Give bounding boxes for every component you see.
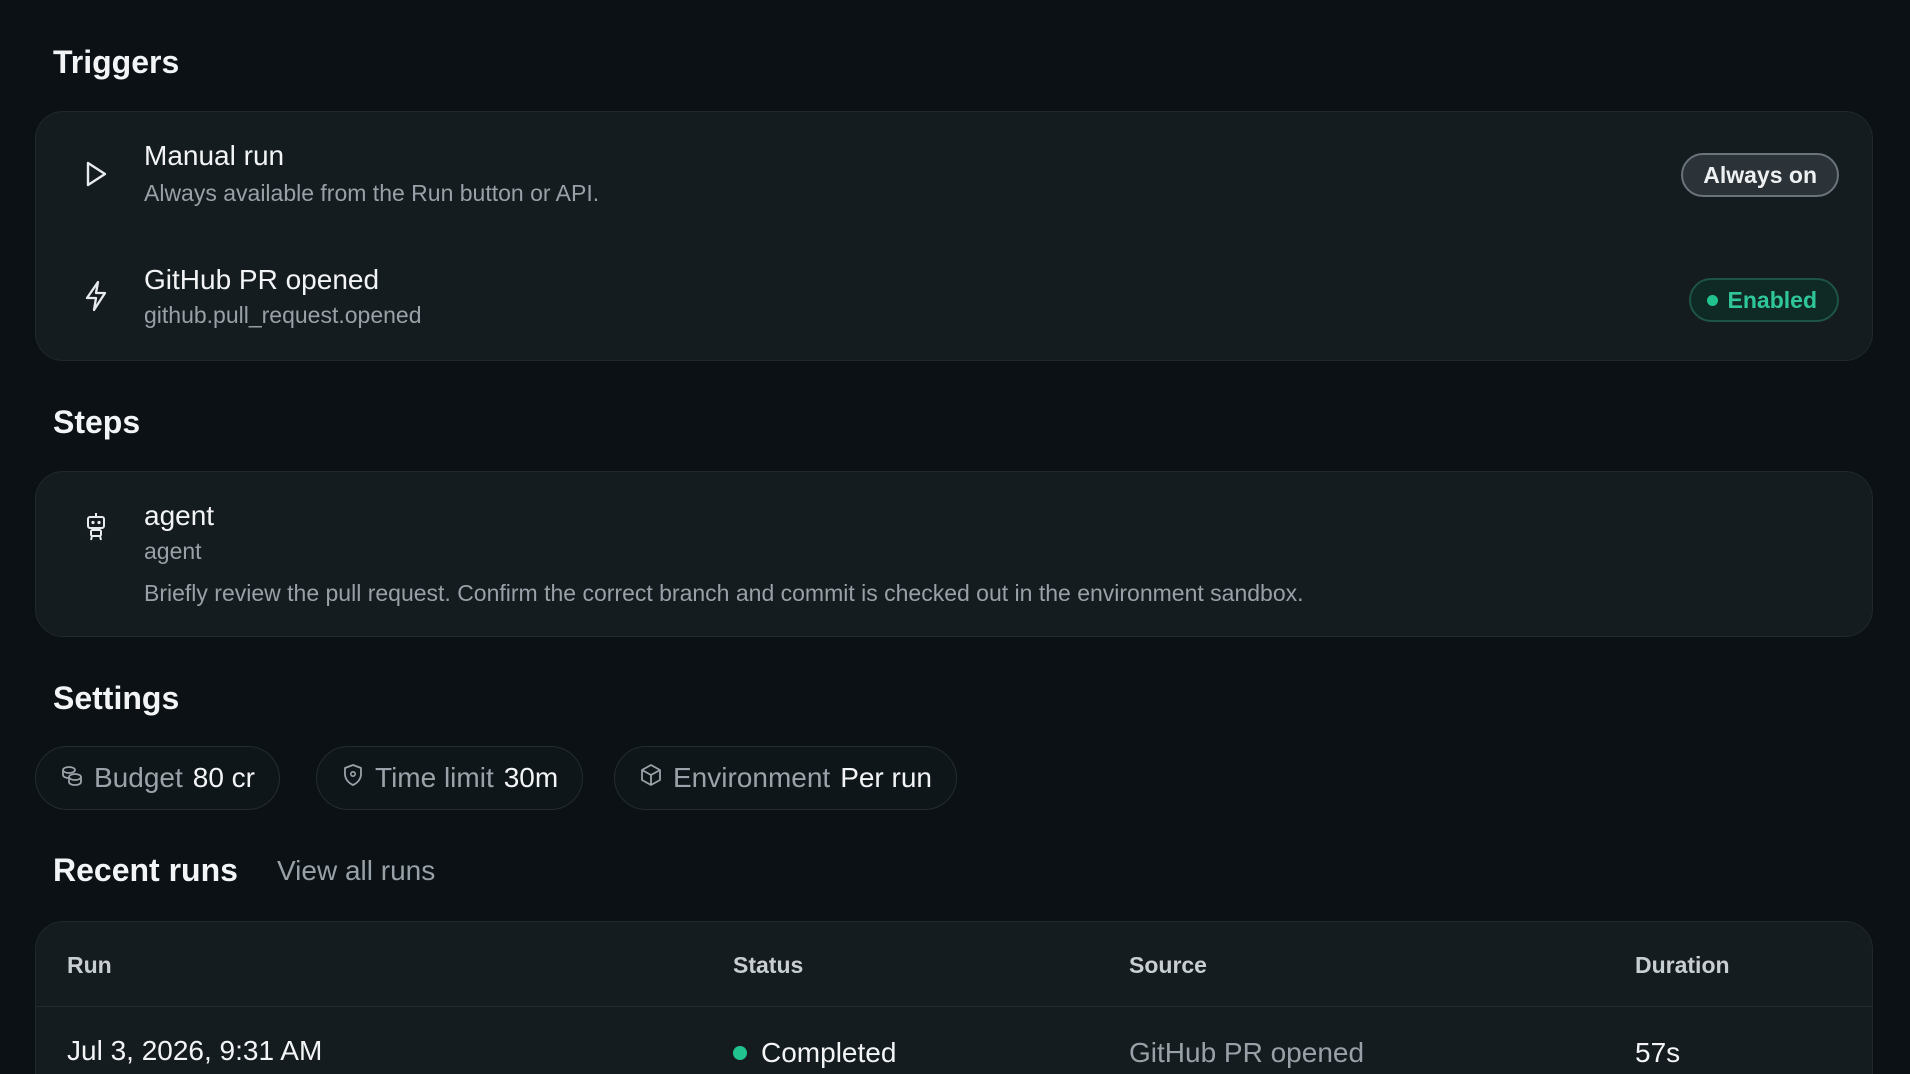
step-card-agent[interactable]: agent agent Briefly review the pull requ… bbox=[35, 471, 1873, 637]
recent-runs-heading: Recent runs bbox=[53, 852, 238, 888]
robot-icon bbox=[80, 510, 112, 542]
trigger-title: Manual run bbox=[144, 140, 285, 171]
coins-icon bbox=[60, 762, 84, 794]
status-dot bbox=[733, 1046, 747, 1060]
trigger-title: GitHub PR opened bbox=[144, 264, 380, 295]
column-header-status[interactable]: Status bbox=[733, 952, 803, 979]
column-header-run[interactable]: Run bbox=[67, 952, 112, 979]
run-status-label: Completed bbox=[761, 1037, 897, 1068]
view-all-runs-link[interactable]: View all runs bbox=[277, 855, 435, 887]
lightning-icon bbox=[80, 280, 112, 312]
triggers-card: Manual run Always available from the Run… bbox=[35, 111, 1873, 361]
column-header-duration[interactable]: Duration bbox=[1635, 952, 1730, 979]
step-description: Briefly review the pull request. Confirm… bbox=[144, 580, 1304, 606]
trigger-row-github-pr[interactable]: GitHub PR opened github.pull_request.ope… bbox=[36, 236, 1872, 360]
run-timestamp: Jul 3, 2026, 9:31 AM bbox=[67, 1035, 323, 1066]
cube-icon bbox=[639, 762, 663, 794]
time-limit-value: 30m bbox=[503, 762, 559, 793]
trigger-row-manual[interactable]: Manual run Always available from the Run… bbox=[36, 112, 1872, 236]
recent-runs-table: Run Status Source Duration Jul 3, 2026, … bbox=[35, 921, 1873, 1074]
trigger-subtitle: Always available from the Run button or … bbox=[144, 180, 600, 206]
table-row[interactable]: Jul 3, 2026, 9:31 AM Completed GitHub PR… bbox=[36, 1007, 1872, 1074]
budget-label: Budget bbox=[94, 762, 183, 793]
step-type: agent bbox=[144, 538, 202, 564]
play-icon bbox=[80, 158, 112, 190]
triggers-heading: Triggers bbox=[53, 44, 180, 80]
environment-label: Environment bbox=[673, 762, 831, 793]
environment-chip[interactable]: Environment Per run bbox=[614, 746, 958, 810]
column-header-source[interactable]: Source bbox=[1129, 952, 1207, 979]
budget-value: 80 cr bbox=[192, 762, 255, 793]
run-source: GitHub PR opened bbox=[1129, 1037, 1365, 1068]
status-dot bbox=[1706, 294, 1718, 306]
workflow-detail-page: Triggers Manual run Always available fro… bbox=[0, 0, 1910, 1074]
budget-chip[interactable]: Budget 80 cr bbox=[35, 746, 280, 810]
step-title: agent bbox=[144, 500, 215, 531]
time-limit-label: Time limit bbox=[375, 762, 494, 793]
enabled-label: Enabled bbox=[1727, 286, 1817, 313]
run-status: Completed bbox=[733, 1037, 896, 1069]
run-duration: 57s bbox=[1635, 1037, 1681, 1068]
environment-value: Per run bbox=[840, 762, 933, 793]
settings-heading: Settings bbox=[53, 680, 180, 716]
shield-icon bbox=[341, 762, 365, 794]
time-limit-chip[interactable]: Time limit 30m bbox=[316, 746, 584, 810]
enabled-badge[interactable]: Enabled bbox=[1688, 278, 1839, 322]
trigger-subtitle: github.pull_request.opened bbox=[144, 302, 422, 328]
always-on-badge: Always on bbox=[1681, 153, 1839, 197]
steps-heading: Steps bbox=[53, 404, 141, 440]
